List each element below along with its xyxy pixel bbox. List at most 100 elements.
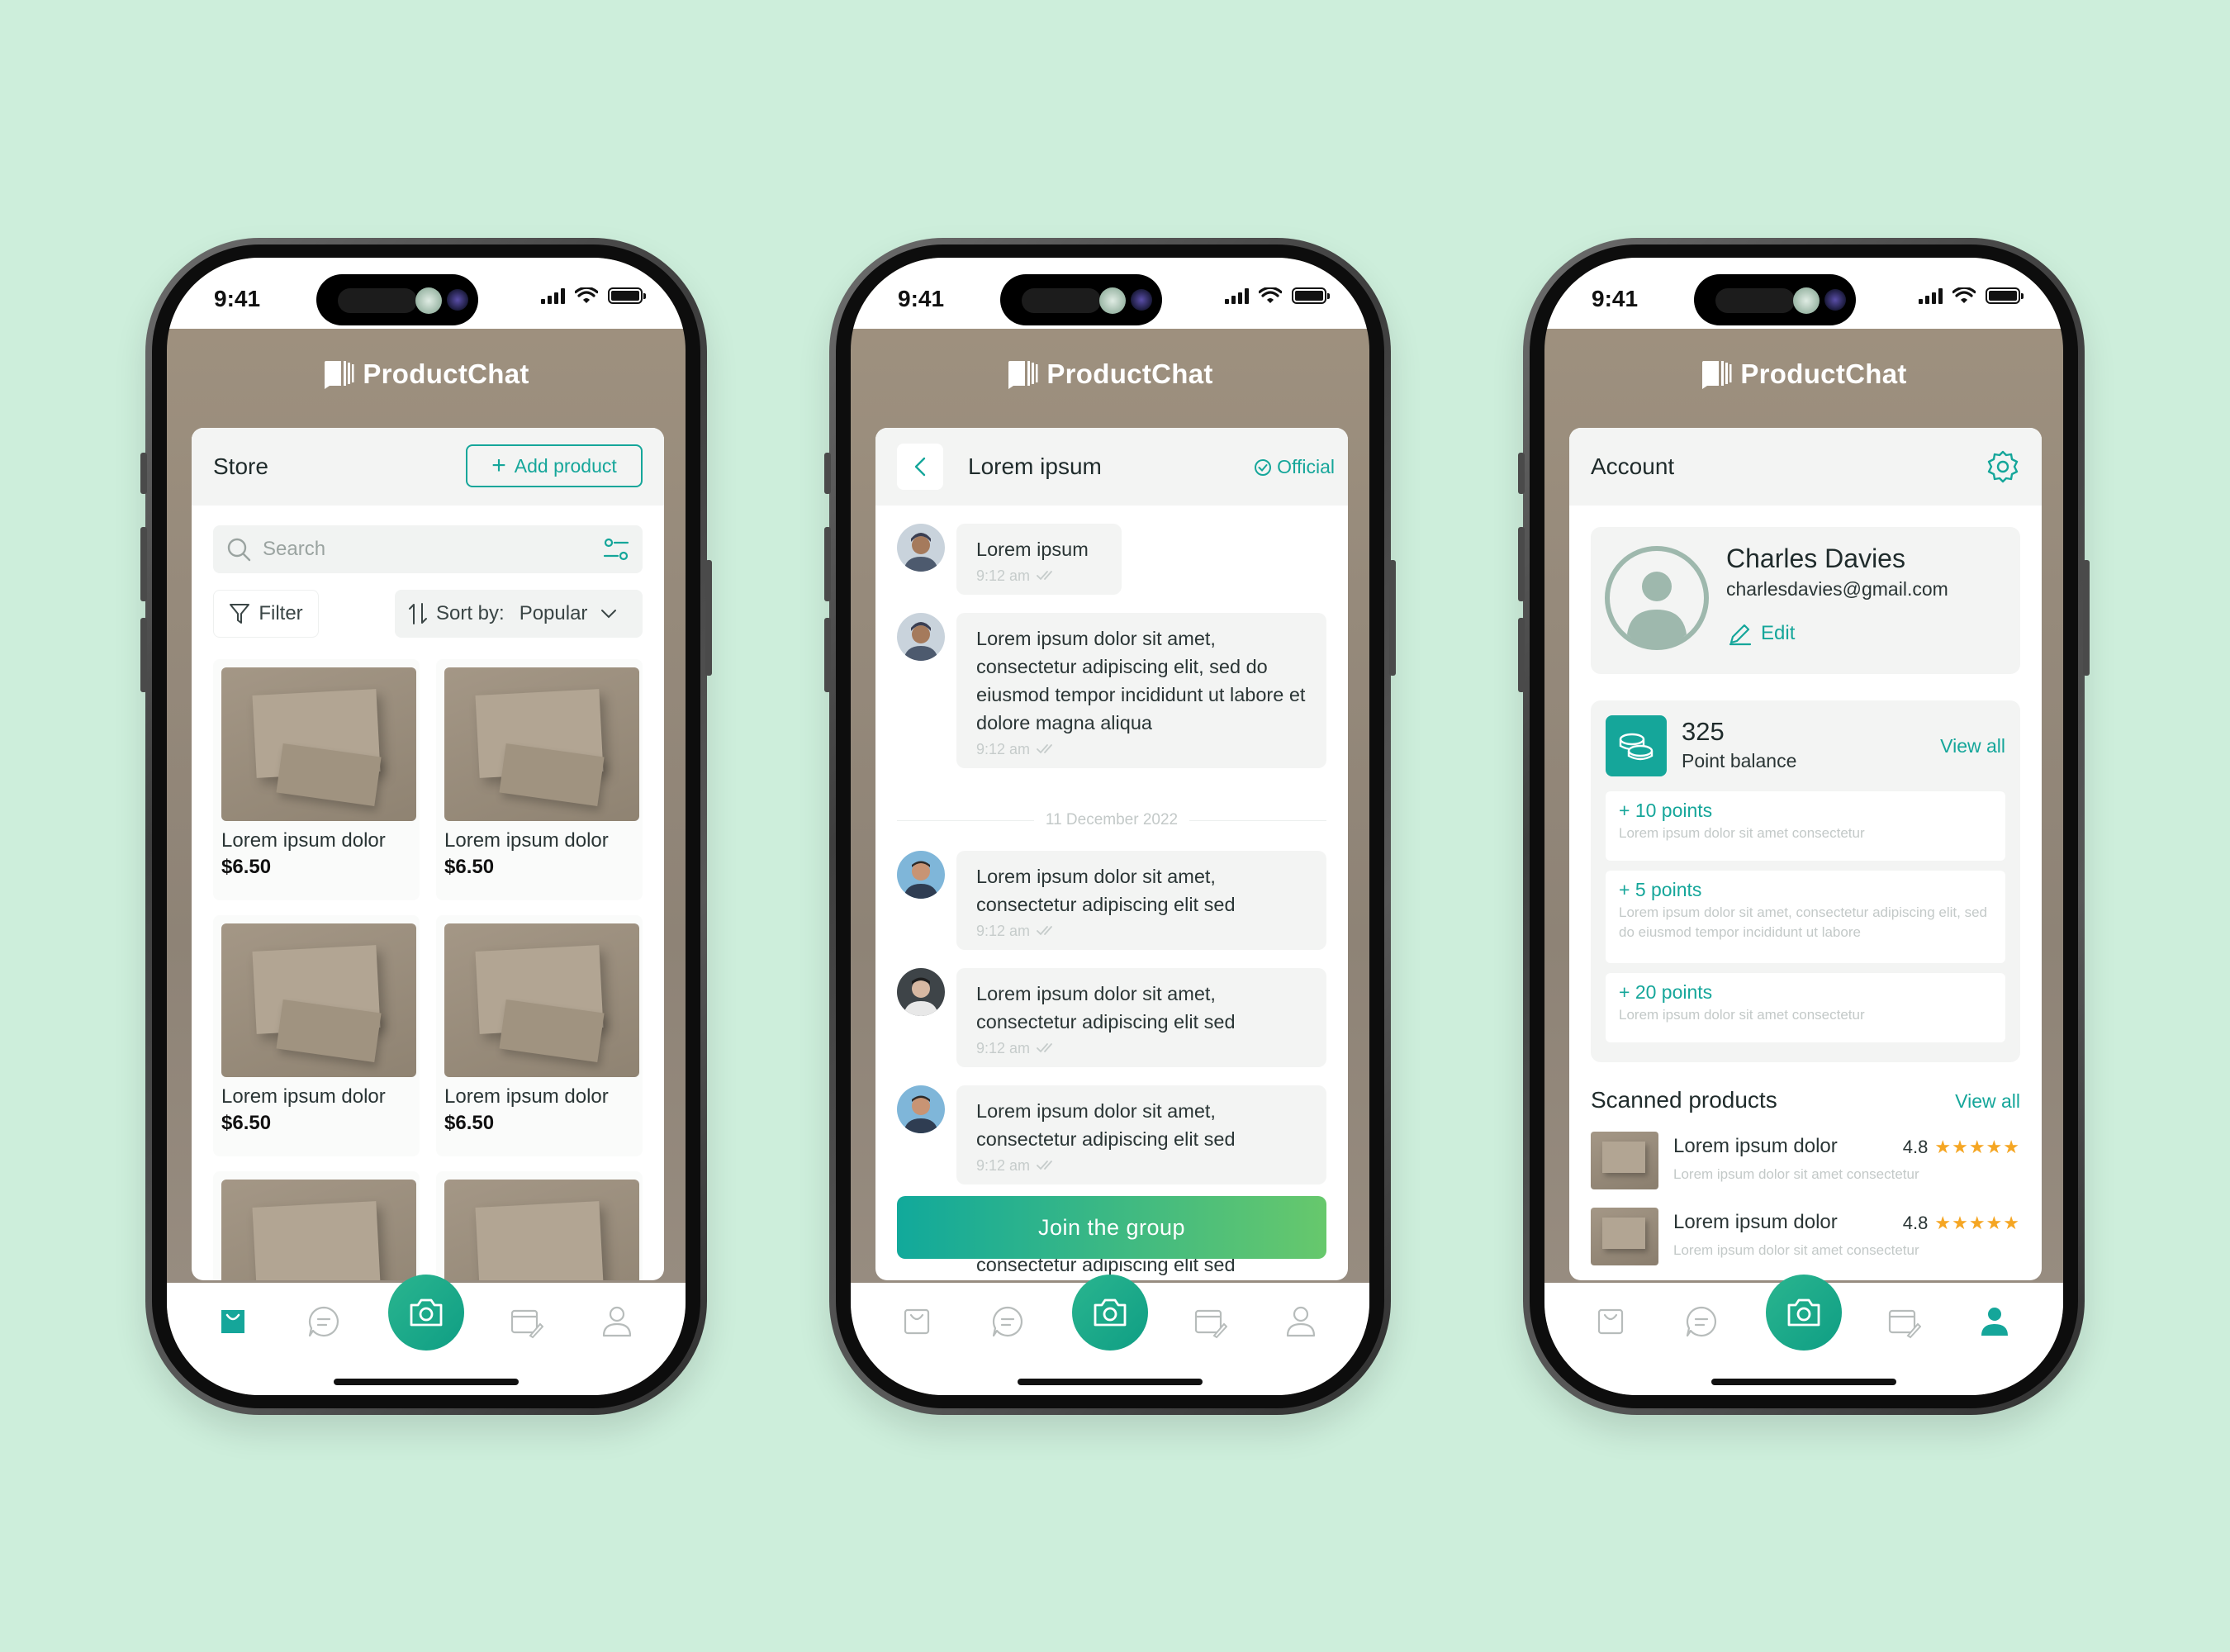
home-indicator	[1711, 1379, 1896, 1385]
status-time: 9:41	[214, 286, 261, 311]
tab-notes[interactable]	[1883, 1301, 1924, 1342]
search-input[interactable]: Search	[213, 525, 643, 573]
product-image	[221, 667, 416, 821]
avatar[interactable]	[897, 968, 945, 1016]
avatar-placeholder-icon	[1605, 546, 1709, 650]
message-time: 9:12 am	[976, 741, 1031, 757]
product-image	[221, 1180, 416, 1280]
product-image	[444, 1180, 639, 1280]
screen: 9:41 ProductChat Lorem ipsum Official Lo…	[851, 258, 1369, 1395]
scan-camera-button[interactable]	[1766, 1275, 1842, 1351]
tab-store[interactable]	[1590, 1301, 1631, 1342]
brand-name: ProductChat	[363, 358, 529, 389]
message-bubble: Lorem ipsum dolor sit amet, consectetur …	[956, 851, 1326, 950]
double-check-icon	[1037, 1161, 1052, 1170]
message-text: Lorem ipsum dolor sit amet, consectetur …	[976, 866, 1236, 915]
tab-store[interactable]	[212, 1301, 254, 1342]
product-card[interactable]	[213, 1171, 420, 1280]
product-card[interactable]: Lorem ipsum dolor $6.50	[436, 659, 643, 900]
dynamic-island	[1694, 274, 1856, 325]
edit-profile-button[interactable]: Edit	[1728, 621, 1795, 646]
tab-chat[interactable]	[303, 1301, 344, 1342]
filter-button[interactable]: Filter	[213, 590, 319, 638]
product-image	[221, 923, 416, 1077]
sort-value: Popular	[519, 602, 588, 624]
user-icon	[602, 1306, 632, 1337]
product-card[interactable]: Lorem ipsum dolor $6.50	[436, 915, 643, 1156]
page-title: Account	[1591, 453, 1675, 479]
dynamic-island	[1000, 274, 1162, 325]
tab-profile[interactable]	[596, 1301, 638, 1342]
card-edit-icon	[1194, 1309, 1227, 1339]
join-group-button[interactable]: Join the group	[897, 1196, 1326, 1259]
avatar[interactable]	[897, 1085, 945, 1133]
product-card[interactable]	[436, 1171, 643, 1280]
status-bar: 9:41	[167, 258, 686, 329]
tab-notes[interactable]	[505, 1301, 547, 1342]
scanned-view-all-link[interactable]: View all	[1955, 1090, 2020, 1113]
tab-store[interactable]	[896, 1301, 937, 1342]
tab-notes[interactable]	[1189, 1301, 1231, 1342]
gear-icon[interactable]	[1986, 449, 2020, 484]
message-text: Lorem ipsum dolor sit amet, consectetur …	[976, 628, 1306, 733]
scanned-product-desc: Lorem ipsum dolor sit amet consectetur	[1673, 1166, 1919, 1182]
points-balance-value: 325	[1682, 717, 1725, 746]
avatar[interactable]	[897, 613, 945, 661]
message-time: 9:12 am	[976, 1040, 1031, 1056]
status-bar: 9:41	[851, 258, 1369, 329]
sort-label: Sort by:	[436, 602, 505, 624]
scan-camera-button[interactable]	[1072, 1275, 1148, 1351]
card-edit-icon	[1888, 1309, 1921, 1339]
message-text: Lorem ipsum dolor sit amet, consectetur …	[976, 1100, 1236, 1150]
product-thumbnail	[1591, 1132, 1658, 1189]
verified-check-icon	[1255, 458, 1272, 476]
store-bag-icon	[904, 1308, 930, 1335]
tab-chat[interactable]	[1681, 1301, 1722, 1342]
battery-icon	[1292, 287, 1330, 304]
chevron-left-icon	[914, 457, 926, 477]
back-button[interactable]	[897, 444, 943, 490]
avatar[interactable]	[897, 524, 945, 572]
tab-profile[interactable]	[1974, 1301, 2015, 1342]
scanned-product-row[interactable]: Lorem ipsum dolor Lorem ipsum dolor sit …	[1591, 1208, 2020, 1267]
product-price: $6.50	[221, 1112, 272, 1134]
scanned-products-title: Scanned products	[1591, 1087, 1777, 1113]
add-product-button[interactable]: + Add product	[466, 444, 643, 487]
product-price: $6.50	[444, 1112, 495, 1134]
screen: 9:41 ProductChat Store + Add product Sea…	[167, 258, 686, 1395]
wifi-icon	[1952, 287, 1976, 303]
phone-account: 9:41 ProductChat Account Charles Davies …	[1518, 238, 2090, 1415]
product-card[interactable]: Lorem ipsum dolor $6.50	[213, 915, 420, 1156]
double-check-icon	[1037, 1043, 1052, 1053]
settings-sliders-icon[interactable]	[603, 537, 629, 562]
product-name: Lorem ipsum dolor	[221, 1085, 386, 1108]
camera-icon	[1094, 1298, 1127, 1327]
screen: 9:41 ProductChat Account Charles Davies …	[1544, 258, 2063, 1395]
phone-store: 9:41 ProductChat Store + Add product Sea…	[140, 238, 712, 1415]
status-time: 9:41	[898, 286, 945, 311]
coins-icon-box	[1606, 715, 1667, 776]
signal-icon	[1225, 287, 1249, 304]
signal-icon	[1919, 287, 1943, 304]
points-item-title: + 20 points	[1619, 981, 1713, 1003]
product-price: $6.50	[221, 856, 272, 878]
points-item-desc: Lorem ipsum dolor sit amet consectetur	[1619, 825, 1865, 841]
tab-chat[interactable]	[987, 1301, 1028, 1342]
points-view-all-link[interactable]: View all	[1940, 735, 2005, 757]
official-badge: Official	[1254, 456, 1335, 478]
message-time: 9:12 am	[976, 1157, 1031, 1174]
phone-chat: 9:41 ProductChat Lorem ipsum Official Lo…	[824, 238, 1396, 1415]
tab-profile[interactable]	[1280, 1301, 1321, 1342]
sort-dropdown[interactable]: Sort by: Popular	[395, 590, 643, 638]
tab-bar	[1544, 1275, 2063, 1395]
rating: 4.8 ★★★★★	[1903, 1213, 2020, 1234]
product-card[interactable]: Lorem ipsum dolor $6.50	[213, 659, 420, 900]
star-icons: ★★★★★	[1934, 1213, 2020, 1233]
avatar[interactable]	[897, 851, 945, 899]
scan-camera-button[interactable]	[388, 1275, 464, 1351]
scanned-product-row[interactable]: Lorem ipsum dolor Lorem ipsum dolor sit …	[1591, 1132, 2020, 1191]
message-text: Lorem ipsum	[976, 539, 1089, 560]
account-header: Account	[1569, 428, 2042, 506]
brand-logo: ProductChat	[167, 358, 686, 390]
pencil-icon	[1729, 624, 1752, 646]
